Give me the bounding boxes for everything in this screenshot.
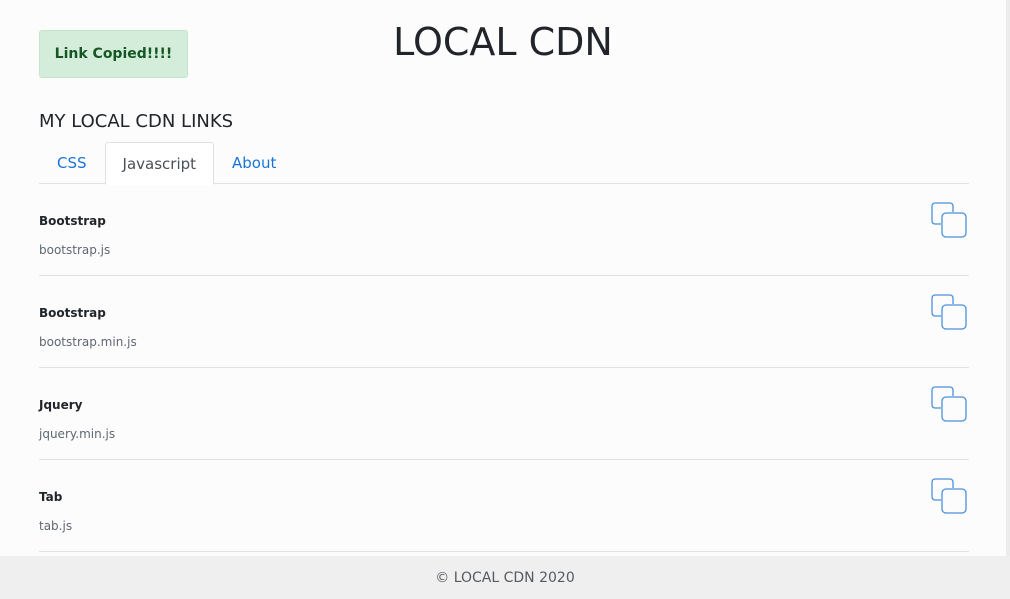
section-title: MY LOCAL CDN LINKS	[39, 111, 234, 132]
item-name: Bootstrap	[39, 306, 106, 320]
tab-css[interactable]: CSS	[39, 142, 105, 184]
scrollbar-track[interactable]	[1006, 0, 1010, 556]
tab-about-label: About	[232, 154, 277, 172]
item-file: jquery.min.js	[39, 427, 116, 441]
item-name: Tab	[39, 490, 63, 504]
page-title: LOCAL CDN	[393, 20, 613, 64]
list-item: Tab tab.js	[39, 460, 969, 552]
list-item: Bootstrap bootstrap.min.js	[39, 276, 969, 368]
item-name: Jquery	[39, 398, 83, 412]
cdn-link-list: Bootstrap bootstrap.js Bootstrap bootstr…	[39, 184, 969, 552]
item-name: Bootstrap	[39, 214, 106, 228]
copy-icon[interactable]	[931, 386, 969, 424]
page: Link Copied!!!! LOCAL CDN MY LOCAL CDN L…	[0, 0, 1010, 599]
footer: © LOCAL CDN 2020	[0, 556, 1010, 599]
list-item: Jquery jquery.min.js	[39, 368, 969, 460]
footer-copyright: © LOCAL CDN 2020	[435, 569, 575, 586]
item-file: tab.js	[39, 519, 73, 533]
item-file: bootstrap.js	[39, 243, 111, 257]
tab-javascript-label: Javascript	[122, 154, 197, 173]
copy-icon[interactable]	[931, 202, 969, 240]
tab-javascript[interactable]: Javascript	[104, 142, 215, 185]
tab-bar: CSS Javascript About	[39, 142, 969, 185]
tab-css-label: CSS	[57, 154, 87, 172]
copy-icon[interactable]	[931, 294, 969, 332]
tab-about[interactable]: About	[214, 142, 294, 184]
list-item: Bootstrap bootstrap.js	[39, 184, 969, 276]
item-file: bootstrap.min.js	[39, 335, 137, 349]
copy-icon[interactable]	[931, 478, 969, 516]
